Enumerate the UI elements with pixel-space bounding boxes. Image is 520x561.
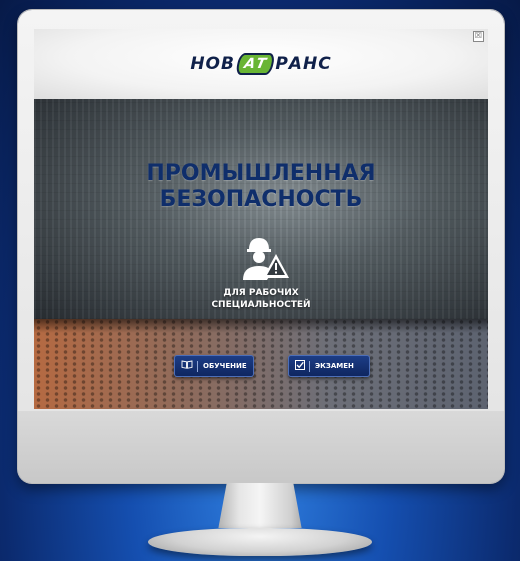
button-divider: [197, 360, 198, 372]
subtitle-line2: СПЕЦИАЛЬНОСТЕЙ: [211, 300, 311, 310]
subtitle-line1: ДЛЯ РАБОЧИХ: [223, 288, 299, 298]
logo-badge: АТ: [234, 53, 276, 75]
learn-button-label: ОБУЧЕНИЕ: [203, 362, 247, 370]
header-bar: ☒ НОВ АТ РАНС: [34, 29, 488, 99]
monitor-frame: ☒ НОВ АТ РАНС ПРОМЫШЛЕННАЯ БЕЗОПАСНОСТЬ …: [18, 10, 504, 483]
book-icon: [181, 360, 193, 372]
worker-warning-icon: [243, 238, 289, 280]
app-screen: ☒ НОВ АТ РАНС ПРОМЫШЛЕННАЯ БЕЗОПАСНОСТЬ …: [34, 29, 488, 409]
logo: НОВ АТ РАНС: [190, 53, 331, 75]
logo-text-left: НОВ: [190, 54, 235, 74]
button-divider: [309, 360, 310, 372]
exam-button[interactable]: ЭКЗАМЕН: [288, 355, 370, 377]
exam-button-label: ЭКЗАМЕН: [315, 362, 354, 370]
monitor-stand-base: [148, 528, 372, 556]
floor-background: [34, 319, 488, 409]
page-title-line1: ПРОМЫШЛЕННАЯ: [146, 161, 376, 186]
page-title-line2: БЕЗОПАСНОСТЬ: [159, 187, 363, 212]
monitor-chin: [18, 411, 504, 483]
logo-text-right: РАНС: [275, 54, 332, 74]
learn-button[interactable]: ОБУЧЕНИЕ: [174, 355, 254, 377]
monitor-stand-neck: [218, 483, 302, 528]
close-icon[interactable]: ☒: [473, 31, 484, 42]
checkbox-icon: [295, 359, 305, 373]
